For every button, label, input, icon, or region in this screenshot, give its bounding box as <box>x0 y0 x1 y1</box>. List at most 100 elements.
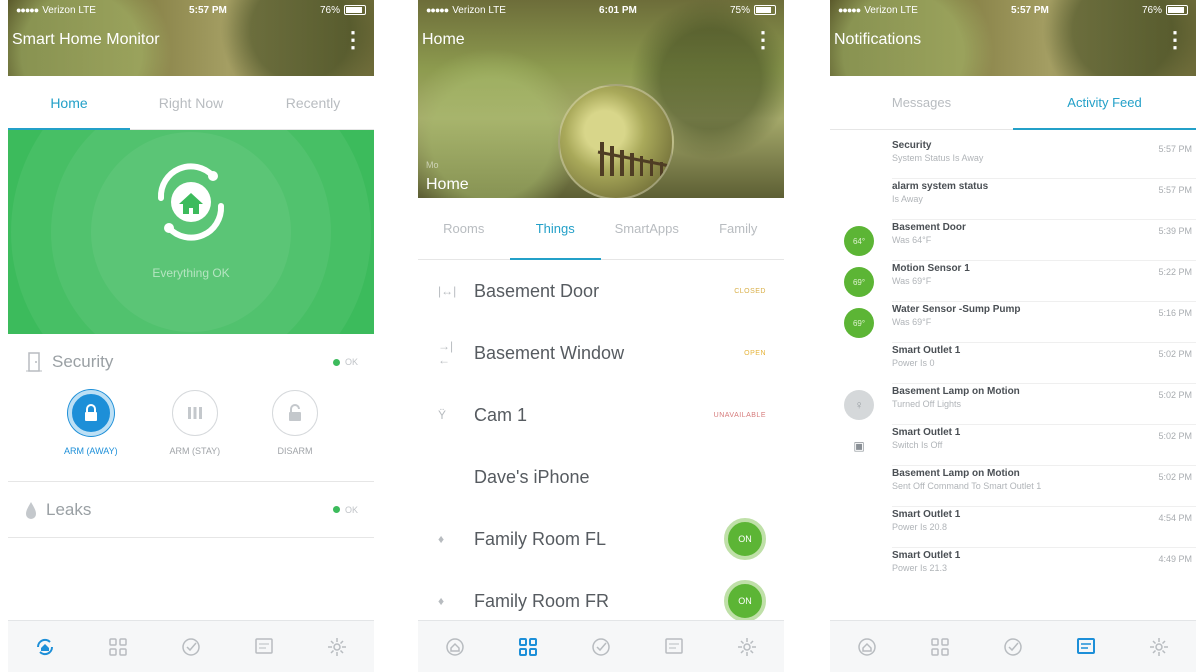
feed-item-title: Motion Sensor 1 <box>892 263 970 274</box>
light-bulb-icon: ♀ <box>844 390 874 420</box>
nav-automation-icon[interactable] <box>589 635 613 659</box>
feed-item-icon <box>844 144 874 174</box>
security-status: OK <box>332 357 358 367</box>
door-sensor-icon: |↔| <box>438 284 457 298</box>
tab-right-now[interactable]: Right Now <box>130 76 252 129</box>
feed-item-subtitle: Is Away <box>892 194 923 204</box>
nav-marketplace-icon[interactable] <box>1147 635 1171 659</box>
nav-dashboard-icon[interactable] <box>928 635 952 659</box>
nav-home-icon[interactable] <box>33 635 57 659</box>
tab-messages[interactable]: Messages <box>830 76 1013 129</box>
feed-item-subtitle: Turned Off Lights <box>892 399 962 409</box>
feed-item[interactable]: ▣ Smart Outlet 1 Switch Is Off 5:02 PM <box>830 425 1196 466</box>
feed-item-icon <box>844 554 874 584</box>
status-bar: ●●●●● Verizon LTE 6:01 PM 75% <box>418 0 784 20</box>
feed-item-title: alarm system status <box>892 181 989 192</box>
tab-home[interactable]: Home <box>8 76 130 130</box>
feed-item-subtitle: Power Is 0 <box>892 358 935 368</box>
time-label: 5:57 PM <box>189 4 227 16</box>
tab-bar: Rooms Things SmartApps Family <box>418 198 784 260</box>
feed-item-subtitle: Was 69°F <box>892 317 932 327</box>
more-menu-icon[interactable]: ⋮ <box>338 29 368 51</box>
feed-item-title: Security <box>892 140 932 151</box>
arm-stay-label: ARM (STAY) <box>169 446 221 456</box>
feed-item[interactable]: Smart Outlet 1 Power Is 0 5:02 PM <box>830 343 1196 384</box>
status-text: Everything OK <box>152 266 230 280</box>
feed-item[interactable]: Smart Outlet 1 Power Is 21.3 4:49 PM <box>830 548 1196 589</box>
leaks-label: Leaks <box>46 499 92 519</box>
feed-item[interactable]: Smart Outlet 1 Power Is 20.8 4:54 PM <box>830 507 1196 548</box>
list-item[interactable]: Dave's iPhone <box>418 446 784 508</box>
nav-home-icon[interactable] <box>855 635 879 659</box>
nav-marketplace-icon[interactable] <box>325 635 349 659</box>
feed-item-subtitle: System Status Is Away <box>892 153 984 163</box>
tab-things[interactable]: Things <box>509 198 602 260</box>
list-item[interactable]: ♦ Family Room FL ON <box>418 508 784 570</box>
time-label: 6:01 PM <box>599 4 637 16</box>
feed-item-title: Smart Outlet 1 <box>892 427 961 438</box>
status-bar: ●●●●● Verizon LTE 5:57 PM 76% <box>8 0 374 20</box>
feed-item-time: 5:02 PM <box>1158 349 1192 359</box>
arm-stay-button[interactable]: ARM (STAY) <box>169 390 220 481</box>
nav-dashboard-icon[interactable] <box>516 635 540 659</box>
battery-percent: 76% <box>1141 4 1162 16</box>
on-toggle-button[interactable]: ON <box>724 518 766 560</box>
list-item[interactable]: →|← Basement Window OPEN <box>418 322 784 384</box>
feed-item-subtitle: Power Is 21.3 <box>892 563 948 573</box>
feed-item[interactable]: Basement Lamp on Motion Sent Off Command … <box>830 466 1196 507</box>
camera-icon: Ÿ <box>438 408 447 422</box>
location-sublabel: Mo <box>426 160 439 170</box>
nav-home-icon[interactable] <box>443 635 467 659</box>
more-menu-icon[interactable]: ⋮ <box>748 29 778 51</box>
security-row[interactable]: Security OK <box>8 334 374 390</box>
leaks-row[interactable]: Leaks OK <box>8 482 374 538</box>
tab-activity-feed[interactable]: Activity Feed <box>1013 76 1196 130</box>
feed-item[interactable]: 69° Water Sensor -Sump Pump Was 69°F 5:16 P… <box>830 302 1196 343</box>
feed-item-icon <box>844 349 874 379</box>
page-title: Home <box>422 31 465 48</box>
feed-item-icon <box>844 472 874 502</box>
feed-item-subtitle: Was 64°F <box>892 235 932 245</box>
signal-icon: ●●●●● <box>838 5 861 15</box>
nav-messages-icon[interactable] <box>662 635 686 659</box>
feed-item-time: 5:39 PM <box>1158 226 1192 236</box>
on-toggle-button[interactable]: ON <box>724 580 766 622</box>
feed-item[interactable]: 69° Motion Sensor 1 Was 69°F 5:22 PM <box>830 261 1196 302</box>
location-photo[interactable] <box>558 84 674 198</box>
nav-automation-icon[interactable] <box>1001 635 1025 659</box>
list-item[interactable]: Ÿ Cam 1 UNAVAILABLE <box>418 384 784 446</box>
nav-automation-icon[interactable] <box>179 635 203 659</box>
nav-messages-icon[interactable] <box>252 635 276 659</box>
feed-item-icon <box>844 185 874 215</box>
feed-item-time: 5:02 PM <box>1158 472 1192 482</box>
tab-family[interactable]: Family <box>693 198 785 259</box>
list-item[interactable]: |↔| Basement Door CLOSED <box>418 260 784 322</box>
security-status-text: OK <box>344 357 358 367</box>
more-menu-icon[interactable]: ⋮ <box>1160 29 1190 51</box>
time-label: 5:57 PM <box>1011 4 1049 16</box>
feed-item[interactable]: ♀ Basement Lamp on Motion Turned Off Light… <box>830 384 1196 425</box>
temperature-badge: 69° <box>844 267 874 297</box>
location-name: Home <box>426 176 469 193</box>
battery-percent: 76% <box>319 4 340 16</box>
tab-smartapps[interactable]: SmartApps <box>601 198 693 259</box>
tab-recently[interactable]: Recently <box>252 76 374 129</box>
arm-away-button[interactable]: ARM (AWAY) <box>64 390 118 481</box>
feed-item[interactable]: 64° Basement Door Was 64°F 5:39 PM <box>830 220 1196 261</box>
tab-bar: Messages Activity Feed <box>830 76 1196 130</box>
nav-marketplace-icon[interactable] <box>735 635 759 659</box>
feed-item-time: 4:54 PM <box>1158 513 1192 523</box>
tab-rooms[interactable]: Rooms <box>418 198 510 259</box>
status-hero: Everything OK <box>8 130 374 334</box>
nav-messages-icon[interactable] <box>1074 635 1098 659</box>
feed-item-time: 5:22 PM <box>1158 267 1192 277</box>
disarm-button[interactable]: DISARM <box>272 390 319 481</box>
leaks-status-text: OK <box>344 504 358 515</box>
activity-feed: Security System Status Is Away 5:57 PM ala… <box>830 130 1196 589</box>
feed-item[interactable]: alarm system status Is Away 5:57 PM <box>830 179 1196 220</box>
feed-item[interactable]: Security System Status Is Away 5:57 PM <box>830 138 1196 179</box>
temperature-badge: 69° <box>844 308 874 338</box>
nav-dashboard-icon[interactable] <box>106 635 130 659</box>
feed-item-title: Basement Door <box>892 222 966 233</box>
people-icon <box>187 407 202 419</box>
